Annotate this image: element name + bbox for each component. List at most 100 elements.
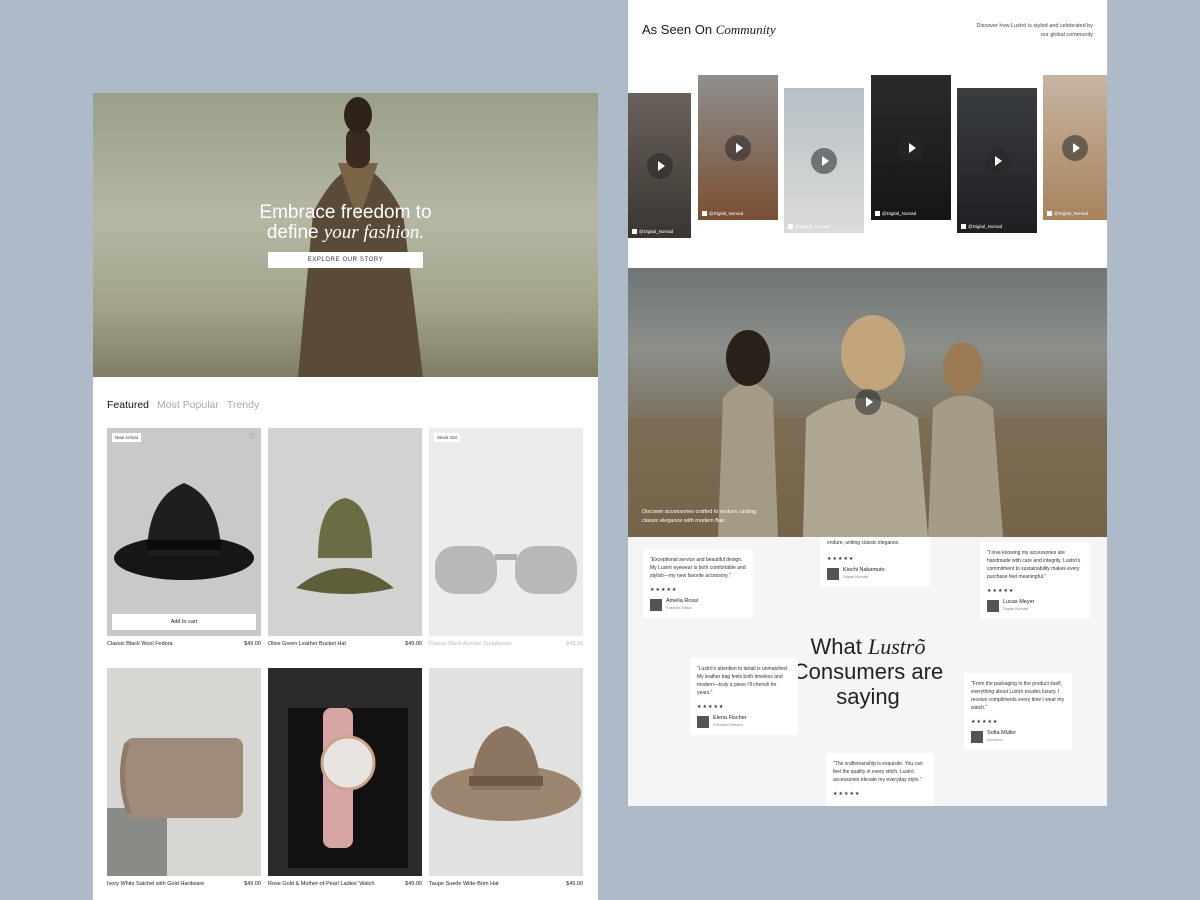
reviewer-name: Sofia Müller [987,730,1017,736]
video-handle: @Digital_Nomad [1047,211,1088,216]
product-name: Ivory White Satchel with Gold Hardware [107,881,205,887]
testimonial-card: "I love knowing my accessories are handm… [980,542,1090,619]
community-description: Discover how Luströ is styled and celebr… [976,23,1093,38]
community-video[interactable]: @Digital_Nomad [1043,75,1107,220]
product-price: $49.00 [244,881,261,887]
testimonials-section: What Lustrõ Consumers are saying "Except… [628,537,1107,806]
reviewer-role: Digital Nomad [1003,606,1029,611]
testimonials-title-line1: What Lustrõ [810,634,926,659]
reviewer-role: Architect [987,737,1003,742]
community-video[interactable]: @Digital_Nomad [871,75,951,220]
video-handle: @Digital_Nomad [961,224,1002,229]
social-icon [961,224,966,229]
reviewer: Kiochi Nakamuto Digital Nomad [827,567,923,580]
social-icon [875,211,880,216]
product-price: $49.00 [405,641,422,647]
product-image: Stock Out [429,428,583,636]
community-video[interactable]: @Digital_Nomad [698,75,778,220]
avatar [971,730,983,743]
explore-story-button[interactable]: EXPLORE OUR STORY [268,252,423,268]
video-handle: @Digital_Nomad [788,224,829,229]
testimonials-title-line3: saying [836,684,900,709]
tab-featured[interactable]: Featured [107,399,149,411]
fedora-image [114,483,254,580]
tab-trendy[interactable]: Trendy [227,399,259,411]
community-video[interactable]: @Digital_Nomad [628,93,691,238]
product-image: New Arrival ♡ Add to cart [107,428,261,636]
avatar [987,599,999,612]
bucket-hat-image [296,498,394,594]
reviewer-role: Fashion Editor [666,605,692,610]
play-icon[interactable] [725,134,751,161]
play-icon[interactable] [984,147,1010,174]
product-price: $49.00 [405,881,422,887]
product-card[interactable]: Olive Green Leather Bucket Hat $49.00 [268,428,422,647]
hero-title-line1: Embrace freedom to [259,202,432,223]
stock-out-badge: Stock Out [434,433,460,442]
community-panel: As Seen On Community Discover how Luströ… [628,0,1107,806]
social-icon [632,229,637,234]
product-name: Classic Black Wool Fedora [107,641,173,647]
testimonial-card: "Luströ's attention to detail is unmatch… [690,658,798,735]
social-icon [788,224,793,229]
product-name: Olive Green Leather Bucket Hat [268,641,346,647]
hero-title: Embrace freedom to define your fashion. [93,203,598,243]
rating-stars: ★★★★★ [827,556,855,562]
testimonial-quote: "Exceptional service and beautiful desig… [650,557,746,579]
product-price: $49.00 [566,641,583,647]
satchel-image [107,738,243,876]
rating-stars: ★★★★★ [833,791,861,797]
play-icon[interactable] [646,152,673,179]
rating-stars: ★★★★★ [987,588,1015,594]
product-price: $49.00 [244,641,261,647]
testimonial-quote: "From the packaging to the product itsel… [971,681,1065,711]
hero-title-line2: define your fashion. [266,222,425,243]
product-card[interactable]: Taupe Suede Wide-Brim Hat $49.00 [429,668,583,887]
testimonial-quote: "Luströ's attention to detail is unmatch… [697,666,789,696]
product-card[interactable]: Ivory White Satchel with Gold Hardware $4… [107,668,261,887]
avatar [697,715,709,728]
watch-image [288,708,408,868]
play-icon[interactable] [854,389,881,415]
wide-brim-hat-image [431,726,581,821]
product-image [107,668,261,876]
play-icon[interactable] [811,147,837,174]
product-image [429,668,583,876]
testimonial-card: "Exceptional service and beautiful desig… [643,549,753,618]
product-card[interactable]: New Arrival ♡ Add to cart Classic Black … [107,428,261,647]
campaign-video-banner[interactable]: Discover accessories crafted to endure, … [628,268,1107,537]
testimonials-title-line2: Consumers are [792,659,944,684]
reviewer-name: Kiochi Nakamuto [843,567,885,573]
social-icon [1047,211,1052,216]
testimonial-card: "The craftsmanship is exquisite. You can… [826,753,934,806]
play-icon[interactable] [898,134,924,161]
product-name: Rose Gold & Mother-of-Pearl Ladies' Watc… [268,881,375,887]
rating-stars: ★★★★★ [650,587,678,593]
tab-most-popular[interactable]: Most Popular [157,399,219,411]
reviewer: Elena Fischer Creative Director [697,715,791,728]
hero-banner: Embrace freedom to define your fashion. … [93,93,598,377]
community-title: As Seen On Community [642,22,776,37]
video-handle: @Digital_Nomad [875,211,916,216]
new-arrival-badge: New Arrival [112,433,141,442]
product-card[interactable]: Stock Out Classic Black Acetate Sunglass… [429,428,583,647]
play-icon[interactable] [1062,134,1088,161]
product-image [268,668,422,876]
social-icon [702,211,707,216]
community-video[interactable]: @Digital_Nomad [957,88,1037,233]
product-card[interactable]: Rose Gold & Mother-of-Pearl Ladies' Watc… [268,668,422,887]
add-to-cart-button[interactable]: Add to cart [112,614,256,630]
shop-panel: Embrace freedom to define your fashion. … [93,93,598,900]
testimonials-title: What Lustrõ Consumers are saying [778,634,958,709]
product-price: $49.00 [566,881,583,887]
testimonial-quote: "The craftsmanship is exquisite. You can… [833,761,923,783]
avatar [650,598,662,611]
heart-icon[interactable]: ♡ [249,432,255,440]
reviewer-name: Elena Fischer [713,715,747,721]
product-image [268,428,422,636]
reviewer: Sofia Müller Architect [971,730,1065,743]
video-handle: @Digital_Nomad [632,229,673,234]
reviewer-name: Amelia Rossi [666,598,699,604]
reviewer-role: Creative Director [713,722,744,727]
community-video[interactable]: @Digital_Nomad [784,88,864,233]
